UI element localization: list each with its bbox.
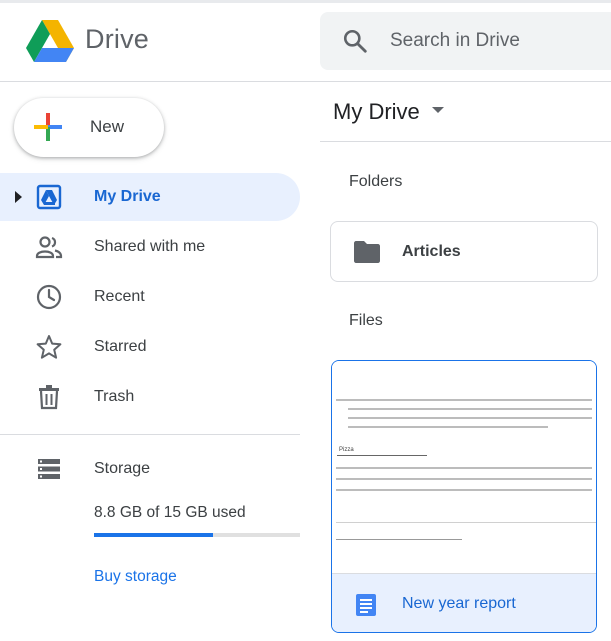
buy-storage-link[interactable]: Buy storage (94, 568, 177, 586)
expand-caret-icon[interactable] (15, 191, 22, 203)
preview-line (336, 478, 592, 480)
file-thumbnail: Pizza (332, 361, 596, 573)
folder-name: Articles (402, 243, 461, 260)
sidebar-item-label: Shared with me (94, 238, 206, 255)
preview-underline (337, 455, 427, 456)
sidebar-item-label: Storage (94, 460, 151, 477)
storage-usage-fill (94, 533, 214, 537)
search-icon[interactable] (342, 28, 368, 54)
main-divider (320, 141, 611, 142)
storage-icon (38, 459, 60, 479)
sidebar-item-label: Starred (94, 338, 147, 355)
top-border (0, 0, 611, 3)
preview-line (348, 426, 548, 428)
new-button-label: New (90, 117, 125, 136)
preview-line (348, 417, 592, 419)
folder-icon (354, 241, 380, 263)
app-header: Drive (0, 0, 611, 82)
storage-usage-text: 8.8 GB of 15 GB used (94, 504, 246, 521)
page-title-text: My Drive (333, 99, 420, 124)
preview-line (336, 467, 592, 469)
trash-icon (39, 385, 59, 410)
sidebar-item-shared-with-me[interactable]: Shared with me (0, 223, 300, 271)
sidebar-divider (0, 434, 300, 435)
app-title[interactable]: Drive (85, 24, 149, 55)
preview-line (336, 399, 592, 401)
new-button[interactable]: New (14, 98, 164, 157)
preview-heading: Pizza (339, 447, 354, 453)
clock-icon (36, 284, 62, 310)
sidebar-item-trash[interactable]: Trash (0, 373, 300, 421)
my-drive-icon (36, 184, 62, 210)
preview-line (348, 408, 592, 410)
sidebar-item-starred[interactable]: Starred (0, 323, 300, 371)
folders-section-label: Folders (349, 173, 403, 190)
plus-icon (34, 113, 62, 141)
file-card-new-year-report[interactable]: Pizza New year report (331, 360, 597, 633)
preview-line (336, 489, 592, 491)
docs-icon (356, 594, 376, 616)
sidebar-item-recent[interactable]: Recent (0, 273, 300, 321)
dropdown-arrow-icon (431, 107, 444, 114)
search-bar[interactable] (320, 12, 611, 70)
preview-rule (336, 522, 596, 523)
search-input[interactable] (390, 27, 610, 55)
files-section-label: Files (349, 312, 383, 329)
file-name: New year report (402, 595, 516, 612)
sidebar-item-storage[interactable]: Storage (0, 445, 300, 493)
folder-card-articles[interactable]: Articles (330, 221, 598, 282)
sidebar-item-my-drive[interactable]: My Drive (0, 173, 300, 221)
sidebar-item-label: Trash (94, 388, 135, 405)
drive-logo-icon[interactable] (26, 20, 74, 62)
star-icon (36, 335, 62, 359)
file-card-footer: New year report (332, 573, 596, 632)
storage-usage-bar (94, 533, 300, 537)
people-icon (35, 236, 63, 259)
page-title[interactable]: My Drive (333, 99, 444, 125)
sidebar-item-label: My Drive (94, 188, 161, 205)
sidebar-item-label: Recent (94, 288, 145, 305)
preview-rule (336, 539, 462, 540)
